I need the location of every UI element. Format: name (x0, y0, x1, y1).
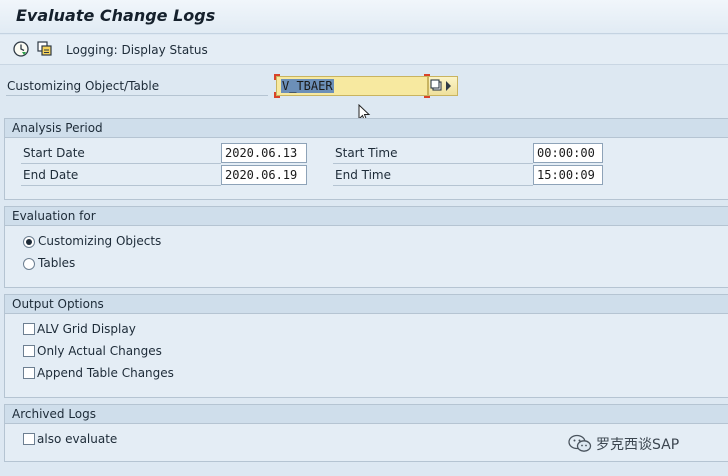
archived-logs-header: Archived Logs (5, 405, 728, 424)
value-help-icon (430, 79, 451, 91)
watermark-text: 罗克西谈SAP (596, 437, 680, 453)
label-underline (333, 163, 533, 164)
start-time-input[interactable]: 00:00:00 (533, 143, 603, 163)
object-table-label: Customizing Object/Table (7, 79, 160, 93)
evaluation-for-group: Evaluation for Customizing Objects Table… (4, 206, 728, 288)
alv-grid-display-label[interactable]: ALV Grid Display (37, 322, 136, 336)
start-time-label: Start Time (335, 146, 398, 160)
focus-corner (274, 74, 280, 80)
focus-corner (274, 92, 280, 98)
only-actual-changes-label[interactable]: Only Actual Changes (37, 344, 162, 358)
append-table-changes-label[interactable]: Append Table Changes (37, 366, 174, 380)
logging-display-status-button[interactable]: Logging: Display Status (66, 43, 208, 57)
object-table-value: V_TBAER (281, 79, 334, 93)
radio-customizing-objects[interactable] (23, 236, 35, 248)
label-underline (21, 185, 221, 186)
evaluation-for-header: Evaluation for (5, 207, 728, 226)
end-time-input[interactable]: 15:00:09 (533, 165, 603, 185)
also-evaluate-checkbox[interactable] (23, 433, 35, 445)
end-date-label: End Date (23, 168, 79, 182)
page-title: Evaluate Change Logs (16, 6, 216, 25)
also-evaluate-label[interactable]: also evaluate (37, 432, 117, 446)
value-help-button[interactable] (428, 76, 458, 96)
copy-icon[interactable] (36, 40, 54, 58)
object-table-input[interactable]: V_TBAER (276, 76, 428, 96)
append-table-changes-checkbox[interactable] (23, 367, 35, 379)
label-underline (21, 163, 221, 164)
execute-clock-icon[interactable] (12, 40, 30, 58)
only-actual-changes-checkbox[interactable] (23, 345, 35, 357)
start-date-input[interactable]: 2020.06.13 (221, 143, 307, 163)
title-bar: Evaluate Change Logs (0, 0, 728, 34)
tables-label[interactable]: Tables (38, 256, 75, 270)
application-toolbar: Logging: Display Status (0, 35, 728, 65)
radio-tables[interactable] (23, 258, 35, 270)
analysis-period-header: Analysis Period (5, 119, 728, 138)
alv-grid-display-checkbox[interactable] (23, 323, 35, 335)
analysis-period-group: Analysis Period Start Date 2020.06.13 En… (4, 118, 728, 200)
start-date-label: Start Date (23, 146, 85, 160)
end-date-input[interactable]: 2020.06.19 (221, 165, 307, 185)
object-table-row: Customizing Object/Table V_TBAER (0, 74, 728, 123)
label-underline (333, 185, 533, 186)
end-time-label: End Time (335, 168, 391, 182)
label-underline (6, 95, 268, 96)
wechat-icon (568, 434, 592, 452)
output-options-group: Output Options ALV Grid Display Only Act… (4, 294, 728, 398)
customizing-objects-label[interactable]: Customizing Objects (38, 234, 161, 248)
output-options-header: Output Options (5, 295, 728, 314)
